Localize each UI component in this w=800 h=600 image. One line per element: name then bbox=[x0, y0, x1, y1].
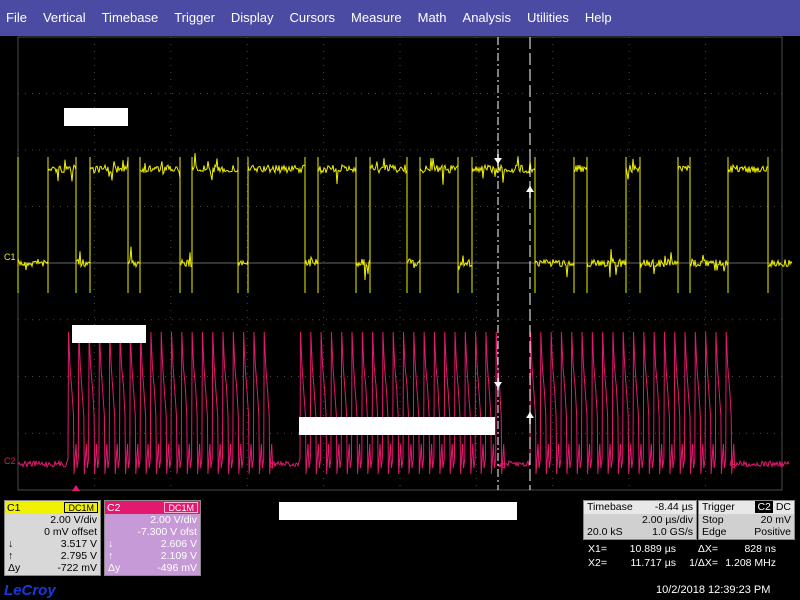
trigger-coupling: DC bbox=[775, 501, 791, 513]
cursor-down-value: 2.606 V bbox=[160, 538, 197, 550]
menu-math[interactable]: Math bbox=[410, 0, 455, 36]
cursor-arrow-head bbox=[526, 186, 534, 192]
date-time: 10/2/2018 12:39:23 PM bbox=[656, 584, 771, 596]
trigger-slope: Positive bbox=[754, 526, 791, 538]
cursor-down-icon: ↓ bbox=[8, 538, 14, 550]
delta-y-value: -496 mV bbox=[157, 562, 197, 574]
menu-help[interactable]: Help bbox=[577, 0, 620, 36]
coupling-badge: DC1M bbox=[64, 502, 98, 513]
redaction-box bbox=[279, 502, 517, 520]
c2-ground-marker: C2 bbox=[4, 456, 16, 466]
trigger-mode: Stop bbox=[702, 514, 724, 526]
menu-file[interactable]: File bbox=[0, 0, 35, 36]
menu-analysis[interactable]: Analysis bbox=[455, 0, 519, 36]
timebase-descriptor[interactable]: Timebase -8.44 µs 2.00 µs/div 20.0 kS 1.0 … bbox=[583, 500, 697, 540]
delta-y-value: -722 mV bbox=[57, 562, 97, 574]
cursor-arrow-head bbox=[526, 412, 534, 418]
trigger-level: 20 mV bbox=[760, 514, 791, 526]
lecroy-logo: LeCroy bbox=[4, 582, 56, 599]
offset: 0 mV offset bbox=[44, 526, 97, 538]
trigger-descriptor[interactable]: Trigger C2 DC Stop 20 mV Edge Positive bbox=[698, 500, 795, 540]
timebase-title: Timebase bbox=[587, 501, 633, 513]
channel-1-descriptor[interactable]: C1 DC1M 2.00 V/div 0 mV offset ↓ 3.517 V ↑… bbox=[4, 500, 101, 576]
channel-2-descriptor[interactable]: C2 DC1M 2.00 V/div -7.300 V ofst ↓ 2.606 V… bbox=[104, 500, 201, 576]
x1-value: 10.889 µs bbox=[629, 543, 676, 555]
channel-1-trace bbox=[17, 153, 793, 281]
offset: -7.300 V ofst bbox=[137, 526, 197, 538]
delta-x-label: ΔX= bbox=[697, 543, 718, 555]
waveform-display[interactable]: C1 C2 bbox=[0, 36, 800, 496]
menu-trigger[interactable]: Trigger bbox=[166, 0, 223, 36]
delta-y-label: Δy bbox=[8, 562, 21, 574]
redaction-box bbox=[64, 108, 128, 126]
trigger-title: Trigger bbox=[702, 501, 735, 513]
cursor-up-icon: ↑ bbox=[8, 550, 14, 562]
delta-y-label: Δy bbox=[108, 562, 121, 574]
cursor-arrow-head bbox=[494, 158, 502, 164]
trigger-source: C2 bbox=[755, 501, 773, 513]
channel-2-trace bbox=[17, 331, 790, 475]
x2-value: 11.717 µs bbox=[630, 557, 676, 569]
cursor-down-icon: ↓ bbox=[108, 538, 114, 550]
menu-timebase[interactable]: Timebase bbox=[94, 0, 167, 36]
cursor-arrow-head bbox=[494, 382, 502, 388]
channel-name: C1 bbox=[7, 501, 21, 514]
inverse-delta-x-label: 1/ΔX= bbox=[689, 557, 718, 569]
volts-per-div: 2.00 V/div bbox=[150, 514, 197, 526]
timebase-delay: -8.44 µs bbox=[654, 501, 693, 513]
cursor-up-value: 2.795 V bbox=[60, 550, 97, 562]
cursor-down-value: 3.517 V bbox=[60, 538, 97, 550]
channel-name: C2 bbox=[107, 501, 121, 514]
cursor-up-icon: ↑ bbox=[108, 550, 114, 562]
redaction-box bbox=[299, 417, 495, 435]
x2-label: X2= bbox=[588, 557, 607, 569]
status-area: C1 DC1M 2.00 V/div 0 mV offset ↓ 3.517 V ↑… bbox=[0, 496, 800, 600]
menu-cursors[interactable]: Cursors bbox=[282, 0, 344, 36]
menu-measure[interactable]: Measure bbox=[343, 0, 410, 36]
c1-ground-marker: C1 bbox=[4, 252, 16, 262]
trigger-type: Edge bbox=[702, 526, 727, 538]
volts-per-div: 2.00 V/div bbox=[50, 514, 97, 526]
trigger-position-marker bbox=[72, 485, 80, 491]
coupling-badge: DC1M bbox=[164, 502, 198, 513]
delta-x-value: 828 ns bbox=[744, 543, 776, 555]
cursor-up-value: 2.109 V bbox=[160, 550, 197, 562]
sample-count: 20.0 kS bbox=[587, 526, 623, 538]
menu-utilities[interactable]: Utilities bbox=[519, 0, 577, 36]
redaction-box bbox=[72, 325, 146, 343]
menu-vertical[interactable]: Vertical bbox=[35, 0, 94, 36]
sample-rate: 1.0 GS/s bbox=[652, 526, 693, 538]
time-per-div: 2.00 µs/div bbox=[642, 514, 693, 526]
menu-display[interactable]: Display bbox=[223, 0, 282, 36]
x1-label: X1= bbox=[588, 543, 607, 555]
cursor-readout: X1= 10.889 µs ΔX= 828 ns X2= 11.717 µs 1… bbox=[582, 542, 800, 570]
inverse-delta-x-value: 1.208 MHz bbox=[725, 557, 776, 569]
menu-bar: File Vertical Timebase Trigger Display Cursor… bbox=[0, 0, 800, 36]
